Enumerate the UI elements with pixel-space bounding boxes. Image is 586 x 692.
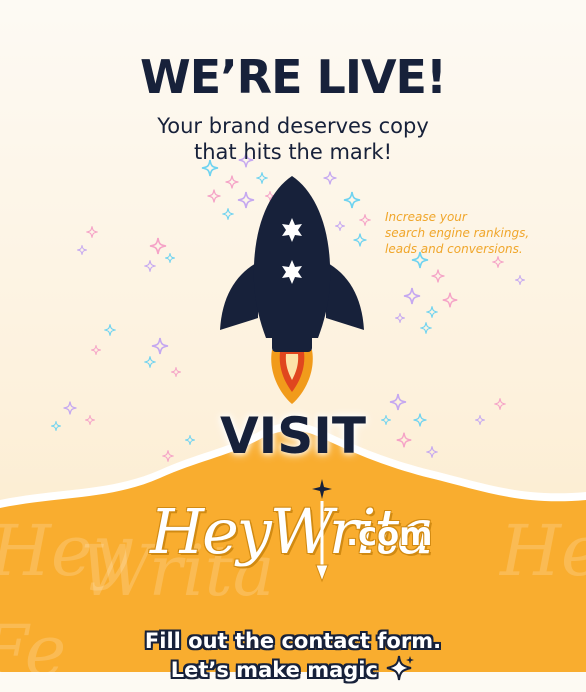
- side-note-line-2: search engine rankings,: [385, 226, 530, 240]
- pen-nib-icon: [312, 479, 332, 583]
- cta-line-1: Fill out the contact form.: [144, 629, 442, 653]
- brand-domain: .com: [346, 515, 433, 553]
- rocket-icon: [220, 176, 364, 404]
- subheadline: Your brand deserves copy that hits the m…: [0, 113, 586, 165]
- watermark-right: Hey: [500, 510, 586, 592]
- call-to-action: Fill out the contact form. Let’s make ma…: [0, 627, 586, 684]
- brand-logo[interactable]: HeyWrita .com: [150, 479, 470, 595]
- subheadline-line-2: that hits the mark!: [194, 140, 392, 164]
- cta-line-2: Let’s make magic: [0, 655, 586, 684]
- sparkle-icon: [387, 655, 415, 681]
- side-note-line-3: leads and conversions.: [385, 242, 523, 256]
- headline: WE’RE LIVE!: [140, 50, 447, 104]
- side-note-line-1: Increase your: [385, 210, 467, 224]
- subheadline-line-1: Your brand deserves copy: [157, 114, 429, 138]
- side-note: Increase your search engine rankings, le…: [385, 209, 565, 257]
- cta-line-2-text: Let’s make magic: [170, 658, 378, 682]
- visit-label: VISIT: [219, 407, 367, 465]
